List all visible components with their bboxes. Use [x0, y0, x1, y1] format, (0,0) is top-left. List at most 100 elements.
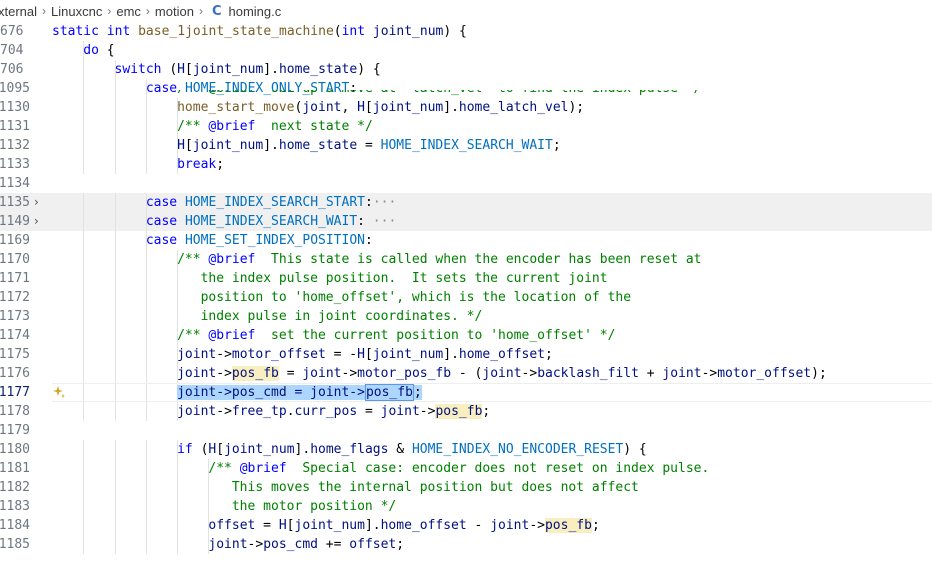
- code-token: joint_num: [192, 138, 264, 153]
- indent-guide: [177, 535, 179, 554]
- code-token: joint->pos_cmd = joint->: [177, 385, 365, 400]
- breadcrumb-item-motion[interactable]: motion: [153, 4, 196, 19]
- code-token: ->: [341, 366, 358, 381]
- code-token: joint_num: [294, 518, 365, 533]
- chevron-right-fold-icon[interactable]: ›: [34, 212, 48, 231]
- code-line[interactable]: 1134: [0, 174, 932, 193]
- code-line[interactable]: 1181 /** @brief Special case: encoder doe…: [0, 459, 932, 478]
- code-line[interactable]: 1175 joint->motor_offset = -H[joint_num].…: [0, 345, 932, 364]
- code-line[interactable]: 1174 /** @brief set the current position …: [0, 326, 932, 345]
- code-text: static int base_1joint_state_machine(int…: [52, 22, 467, 41]
- line-number: 1133: [0, 157, 30, 172]
- code-token: the motor position */: [231, 499, 397, 514]
- code-line[interactable]: 1176 joint->pos_fb = joint->motor_pos_fb …: [0, 364, 932, 383]
- code-line[interactable]: 1135 › case HOME_INDEX_SEARCH_START:···: [0, 193, 932, 212]
- code-line[interactable]: 706 switch (H[joint_num].home_state) {: [0, 60, 932, 79]
- code-token: H: [177, 138, 185, 153]
- code-line[interactable]: 1185 joint->pos_cmd += offset;: [0, 535, 932, 554]
- indent-guide: [145, 326, 147, 345]
- code-line[interactable]: 1133 break;: [0, 155, 932, 174]
- code-line[interactable]: 1131 /** @brief next state */: [0, 117, 932, 136]
- indent-guide: [114, 345, 116, 364]
- code-line[interactable]: 1172 position to 'home_offset', which is …: [0, 288, 932, 307]
- indent-guide: [83, 478, 85, 497]
- breadcrumb-item-emc[interactable]: emc: [114, 4, 143, 19]
- code-line[interactable]: 1180 if (H[joint_num].home_flags & HOME_I…: [0, 440, 932, 459]
- code-line[interactable]: 1149 › case HOME_INDEX_SEARCH_WAIT: ···: [0, 212, 932, 231]
- indent-guide: [114, 478, 116, 497]
- code-line[interactable]: 1132 H[joint_num].home_state = HOME_INDEX…: [0, 136, 932, 155]
- code-token: ].: [263, 138, 279, 153]
- code-token: pos_fb: [364, 384, 414, 401]
- code-line[interactable]: 1183 the motor position */: [0, 497, 932, 516]
- code-text: case HOME_SET_INDEX_POSITION:: [146, 231, 373, 250]
- code-token: home_offset: [380, 518, 467, 533]
- code-editor[interactable]: 676 static int base_1joint_state_machine(…: [0, 22, 932, 565]
- code-line[interactable]: 1169 case HOME_SET_INDEX_POSITION:: [0, 231, 932, 250]
- indent-guide: [114, 117, 116, 136]
- code-text: index pulse in joint coordinates. */: [201, 307, 483, 326]
- line-number: 1175: [0, 347, 30, 362]
- code-token: home_latch_vel: [458, 100, 569, 115]
- code-token: set the current position to 'home_offset…: [255, 328, 616, 343]
- code-line[interactable]: 1177 joint->pos_cmd = joint->pos_fb;: [0, 383, 932, 402]
- indent-guide: [145, 269, 147, 288]
- code-line[interactable]: 704 do {: [0, 41, 932, 60]
- code-token: ].: [263, 62, 279, 77]
- code-token: joint_num: [192, 62, 264, 77]
- code-line[interactable]: 1171 the index pulse position. It sets th…: [0, 269, 932, 288]
- breadcrumb-item-linuxcnc[interactable]: Linuxcnc: [49, 4, 104, 19]
- code-line[interactable]: 1130 home_start_move(joint, H[joint_num].…: [0, 98, 932, 117]
- code-token: ) {: [443, 24, 467, 39]
- code-token: @brief: [239, 461, 287, 476]
- code-token: joint: [177, 366, 217, 381]
- code-token: home_offset: [458, 347, 545, 362]
- indent-guide: [145, 345, 147, 364]
- code-token: );: [811, 366, 827, 381]
- code-token: @brief: [208, 252, 256, 267]
- indent-guide: [83, 155, 85, 174]
- code-line[interactable]: 1170 /** @brief This state is called when…: [0, 250, 932, 269]
- code-line[interactable]: 1173 index pulse in joint coordinates. */: [0, 307, 932, 326]
- code-text: case HOME_INDEX_SEARCH_WAIT: ···: [146, 212, 396, 231]
- indent-guide: [208, 497, 210, 516]
- line-number: 1183: [0, 499, 30, 514]
- chevron-right-fold-icon[interactable]: ›: [34, 193, 48, 212]
- code-token: - (: [451, 366, 483, 381]
- indent-guide: [83, 250, 85, 269]
- code-line[interactable]: 1178 joint->free_tp.curr_pos = joint->pos…: [0, 402, 932, 421]
- line-number: 1149: [0, 214, 30, 229]
- code-token: int: [106, 24, 139, 39]
- line-number: 1173: [0, 309, 30, 324]
- code-token: HOME_INDEX_SEARCH_WAIT: [184, 214, 358, 229]
- code-token: = -: [325, 347, 358, 362]
- breadcrumb-item-external[interactable]: xternal: [0, 4, 39, 19]
- code-text: if (H[joint_num].home_flags & HOME_INDEX…: [177, 440, 647, 459]
- code-line[interactable]: 676 static int base_1joint_state_machine(…: [0, 22, 932, 41]
- code-line[interactable]: 1184 offset = H[joint_num].home_offset - …: [0, 516, 932, 535]
- line-number: 1130: [0, 100, 30, 115]
- code-line[interactable]: 1095case HOME_INDEX_ONLY_START:/** @brie…: [0, 79, 932, 98]
- line-number: 1180: [0, 442, 30, 457]
- code-token: joint_num: [372, 100, 444, 115]
- code-line[interactable]: 1179: [0, 421, 932, 440]
- code-text: joint->pos_fb = joint->motor_pos_fb - (j…: [177, 364, 827, 383]
- code-token: joint_num: [372, 347, 444, 362]
- code-text: break;: [177, 155, 224, 174]
- indent-guide: [114, 459, 116, 478]
- code-token: backlash_filt: [537, 366, 639, 381]
- code-line[interactable]: 1182 This moves the internal position but…: [0, 478, 932, 497]
- code-token: do: [83, 43, 99, 58]
- indent-guide: [145, 98, 147, 117]
- code-text: joint->free_tp.curr_pos = joint->pos_fb;: [177, 402, 490, 421]
- breadcrumb-file-name[interactable]: homing.c: [226, 4, 283, 19]
- code-token: @brief: [208, 328, 256, 343]
- code-text: /** @brief This state is called when the…: [177, 250, 701, 269]
- line-number: 1176: [0, 366, 30, 381]
- code-token: HOME_INDEX_SEARCH_WAIT: [380, 138, 553, 153]
- sparkle-icon[interactable]: [52, 385, 66, 399]
- indent-guide: [145, 497, 147, 516]
- code-token: pos_fb: [231, 366, 279, 381]
- indent-guide: [114, 402, 116, 421]
- code-token: -: [466, 518, 491, 533]
